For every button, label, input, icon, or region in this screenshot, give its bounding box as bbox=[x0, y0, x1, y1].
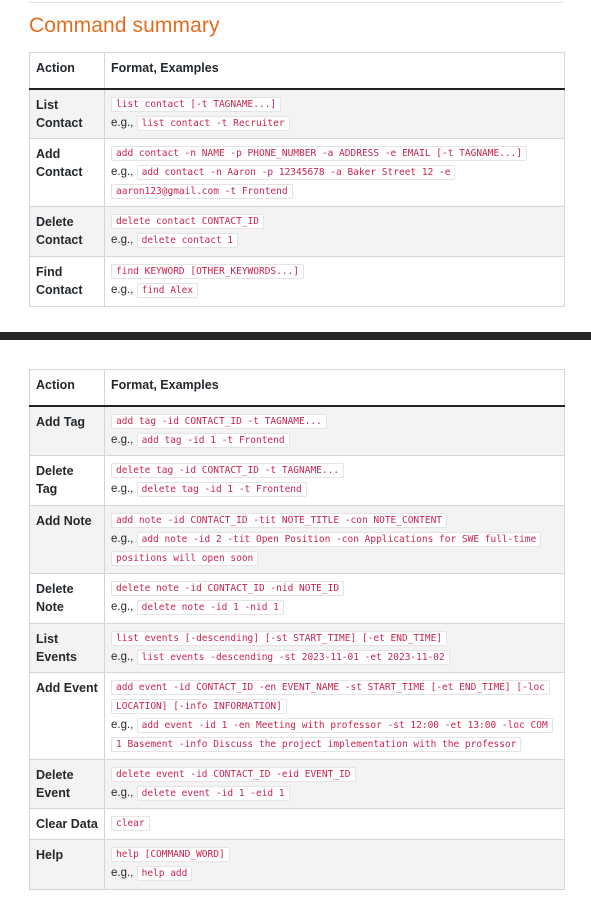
action-cell: Add Note bbox=[29, 504, 105, 574]
example-code: add contact -n Aaron -p 12345678 -a Bake… bbox=[111, 164, 456, 199]
format-code: add event -id CONTACT_ID -en EVENT_NAME … bbox=[111, 679, 550, 714]
example-prefix: e.g., bbox=[111, 434, 134, 446]
example-code: add event -id 1 -en Meeting with profess… bbox=[111, 717, 553, 752]
format-code: delete note -id CONTACT_ID -nid NOTE_ID bbox=[111, 580, 345, 596]
example-prefix: e.g., bbox=[111, 718, 134, 731]
example-prefix: e.g., bbox=[111, 233, 134, 246]
example-prefix: e.g., bbox=[111, 482, 134, 495]
table-row: Add Note add note -id CONTACT_ID -tit NO… bbox=[29, 504, 565, 574]
format-code: list contact [-t TAGNAME...] bbox=[111, 97, 282, 112]
action-cell: List Contact bbox=[29, 88, 105, 139]
format-cell: add event -id CONTACT_ID -en EVENT_NAME … bbox=[104, 671, 565, 760]
format-code: list events [-descending] [-st START_TIM… bbox=[111, 630, 448, 646]
action-cell: Delete Tag bbox=[29, 454, 105, 506]
table-row: Delete Contact delete contact CONTACT_ID… bbox=[29, 205, 565, 257]
example-prefix: e.g., bbox=[111, 532, 134, 545]
column-header-action: Action bbox=[29, 369, 105, 407]
table-header-row: Action Format, Examples bbox=[29, 52, 565, 90]
table-row: Clear Data clear bbox=[29, 807, 565, 840]
action-cell: Delete Contact bbox=[29, 205, 105, 257]
action-cell: Help bbox=[29, 838, 105, 890]
example-code: delete tag -id 1 -t Frontend bbox=[136, 481, 307, 497]
action-cell: Delete Note bbox=[29, 572, 105, 624]
example-code: add note -id 2 -tit Open Position -con A… bbox=[111, 531, 542, 566]
table-row: List Events list events [-descending] [-… bbox=[29, 622, 565, 673]
top-divider bbox=[29, 2, 563, 3]
example-code: add tag -id 1 -t Frontend bbox=[136, 433, 290, 448]
format-cell: delete tag -id CONTACT_ID -t TAGNAME... … bbox=[104, 454, 565, 506]
command-table-contacts: Action Format, Examples List Contact lis… bbox=[29, 52, 565, 307]
section-heading: Command summary bbox=[29, 14, 220, 37]
format-cell: add note -id CONTACT_ID -tit NOTE_TITLE … bbox=[104, 504, 565, 574]
example-prefix: e.g., bbox=[111, 650, 134, 663]
format-code: clear bbox=[111, 815, 150, 831]
format-cell: clear bbox=[104, 807, 565, 840]
table-row: Add Tag add tag -id CONTACT_ID -t TAGNAM… bbox=[29, 405, 565, 456]
format-code: find KEYWORD [OTHER_KEYWORDS...] bbox=[111, 263, 305, 279]
example-code: delete contact 1 bbox=[136, 232, 239, 248]
format-code: delete event -id CONTACT_ID -eid EVENT_I… bbox=[111, 766, 356, 782]
format-code: delete contact CONTACT_ID bbox=[111, 213, 264, 229]
action-cell: Delete Event bbox=[29, 758, 105, 809]
format-code: add contact -n NAME -p PHONE_NUMBER -a A… bbox=[111, 145, 528, 161]
example-code: list events -descending -st 2023-11-01 -… bbox=[136, 649, 450, 665]
format-cell: add contact -n NAME -p PHONE_NUMBER -a A… bbox=[104, 137, 565, 207]
example-prefix: e.g., bbox=[111, 117, 134, 129]
action-cell: Add Tag bbox=[29, 405, 105, 456]
format-cell: help [COMMAND_WORD] e.g., help add bbox=[104, 838, 565, 890]
example-prefix: e.g., bbox=[111, 600, 134, 613]
format-cell: delete event -id CONTACT_ID -eid EVENT_I… bbox=[104, 758, 565, 809]
format-cell: find KEYWORD [OTHER_KEYWORDS...] e.g., f… bbox=[104, 255, 565, 307]
action-cell: List Events bbox=[29, 622, 105, 673]
example-code: list contact -t Recruiter bbox=[136, 116, 290, 131]
action-cell: Add Event bbox=[29, 671, 105, 760]
format-code: add tag -id CONTACT_ID -t TAGNAME... bbox=[111, 414, 327, 429]
example-code: delete note -id 1 -nid 1 bbox=[136, 599, 284, 615]
action-cell: Clear Data bbox=[29, 807, 105, 840]
action-cell: Find Contact bbox=[29, 255, 105, 307]
example-code: help add bbox=[136, 865, 193, 881]
action-cell: Add Contact bbox=[29, 137, 105, 207]
example-code: find Alex bbox=[136, 282, 199, 298]
format-cell: add tag -id CONTACT_ID -t TAGNAME... e.g… bbox=[104, 405, 565, 456]
column-header-action: Action bbox=[29, 52, 105, 90]
table-row: Delete Tag delete tag -id CONTACT_ID -t … bbox=[29, 454, 565, 506]
format-cell: delete contact CONTACT_ID e.g., delete c… bbox=[104, 205, 565, 257]
table-row: Delete Event delete event -id CONTACT_ID… bbox=[29, 758, 565, 809]
table-row: List Contact list contact [-t TAGNAME...… bbox=[29, 88, 565, 139]
table-row: Add Contact add contact -n NAME -p PHONE… bbox=[29, 137, 565, 207]
format-code: delete tag -id CONTACT_ID -t TAGNAME... bbox=[111, 462, 345, 478]
table-row: Add Event add event -id CONTACT_ID -en E… bbox=[29, 671, 565, 760]
format-cell: delete note -id CONTACT_ID -nid NOTE_ID … bbox=[104, 572, 565, 624]
format-cell: list events [-descending] [-st START_TIM… bbox=[104, 622, 565, 673]
table-row: Help help [COMMAND_WORD] e.g., help add bbox=[29, 838, 565, 890]
format-code: add note -id CONTACT_ID -tit NOTE_TITLE … bbox=[111, 512, 448, 528]
format-code: help [COMMAND_WORD] bbox=[111, 846, 230, 862]
example-prefix: e.g., bbox=[111, 283, 134, 296]
format-cell: list contact [-t TAGNAME...] e.g., list … bbox=[104, 88, 565, 139]
column-header-format: Format, Examples bbox=[104, 369, 565, 407]
example-prefix: e.g., bbox=[111, 866, 134, 879]
example-prefix: e.g., bbox=[111, 786, 134, 799]
example-code: delete event -id 1 -eid 1 bbox=[136, 785, 290, 801]
table-header-row: Action Format, Examples bbox=[29, 369, 565, 407]
table-row: Find Contact find KEYWORD [OTHER_KEYWORD… bbox=[29, 255, 565, 307]
example-prefix: e.g., bbox=[111, 165, 134, 178]
page-separator bbox=[0, 332, 591, 340]
table-row: Delete Note delete note -id CONTACT_ID -… bbox=[29, 572, 565, 624]
column-header-format: Format, Examples bbox=[104, 52, 565, 90]
command-table-tags-notes-events: Action Format, Examples Add Tag add tag … bbox=[29, 369, 565, 890]
